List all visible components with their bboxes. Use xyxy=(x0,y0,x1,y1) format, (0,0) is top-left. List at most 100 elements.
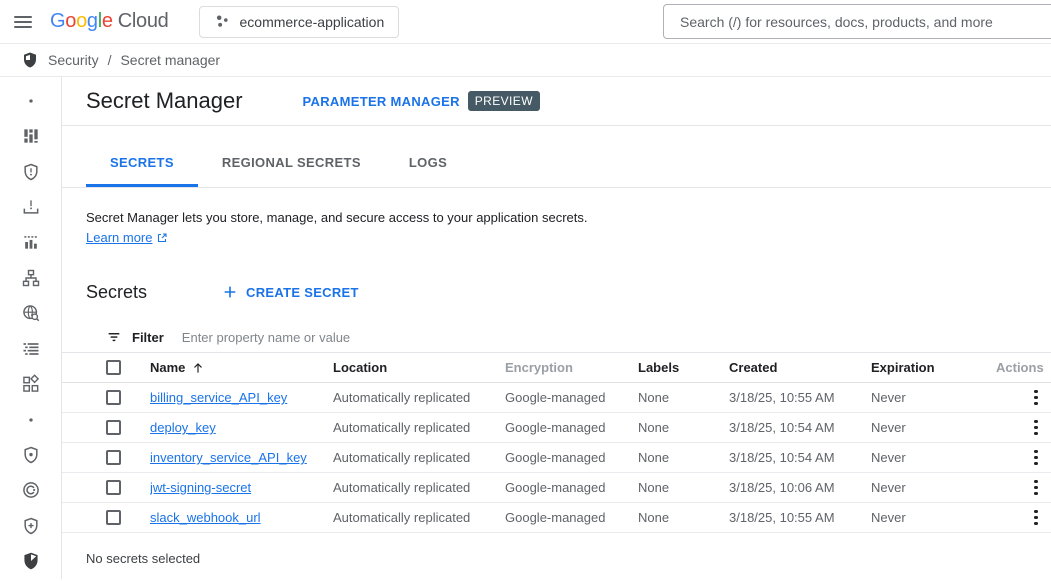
cell-encryption: Google-managed xyxy=(505,450,638,465)
nav-threats[interactable] xyxy=(7,154,55,189)
nav-secret-manager[interactable] xyxy=(7,543,55,578)
description-text: Secret Manager lets you store, manage, a… xyxy=(86,208,1051,228)
bar-chart-icon xyxy=(21,232,41,252)
nav-risk-overview[interactable] xyxy=(7,118,55,153)
logo-cloud-text: Cloud xyxy=(118,10,169,33)
global-search[interactable] xyxy=(663,4,1051,39)
cell-created: 3/18/25, 10:06 AM xyxy=(729,480,871,495)
cell-expiration: Never xyxy=(871,390,996,405)
nav-overview-dot[interactable] xyxy=(7,83,55,118)
row-checkbox[interactable] xyxy=(106,480,121,495)
row-actions-kebab-icon[interactable] xyxy=(1024,506,1048,530)
create-secret-button[interactable]: CREATE SECRET xyxy=(222,284,359,300)
tab-logs[interactable]: LOGS xyxy=(385,140,471,187)
row-checkbox[interactable] xyxy=(106,450,121,465)
cell-location: Automatically replicated xyxy=(333,480,505,495)
nav-posture[interactable] xyxy=(7,366,55,401)
cell-encryption: Google-managed xyxy=(505,510,638,525)
tray-alert-icon xyxy=(21,197,41,217)
plus-icon xyxy=(222,284,238,300)
cell-labels: None xyxy=(638,480,729,495)
nav-assets[interactable] xyxy=(7,260,55,295)
google-cloud-logo[interactable]: Google Cloud xyxy=(50,10,169,33)
filter-icon xyxy=(106,329,122,345)
parameter-manager-link[interactable]: PARAMETER MANAGER xyxy=(303,94,460,109)
select-all-checkbox[interactable] xyxy=(106,360,121,375)
dot-icon xyxy=(21,91,41,111)
tab-bar: SECRETS REGIONAL SECRETS LOGS xyxy=(62,140,1051,188)
nav-attack-paths[interactable] xyxy=(7,225,55,260)
cell-location: Automatically replicated xyxy=(333,390,505,405)
project-name: ecommerce-application xyxy=(240,14,385,30)
logo-letter: o xyxy=(65,10,76,33)
tab-secrets[interactable]: SECRETS xyxy=(86,140,198,187)
project-selector[interactable]: ecommerce-application xyxy=(199,6,400,38)
nav-vulnerabilities[interactable] xyxy=(7,189,55,224)
secret-name-link[interactable]: slack_webhook_url xyxy=(150,510,261,525)
cell-labels: None xyxy=(638,420,729,435)
row-actions-kebab-icon[interactable] xyxy=(1024,416,1048,440)
table-row: jwt-signing-secret Automatically replica… xyxy=(62,473,1051,503)
row-actions-kebab-icon[interactable] xyxy=(1024,386,1048,410)
table-row: billing_service_API_key Automatically re… xyxy=(62,383,1051,413)
cell-expiration: Never xyxy=(871,480,996,495)
preview-badge: PREVIEW xyxy=(468,91,540,111)
shield-half-icon xyxy=(21,551,41,571)
filter-bar[interactable]: Filter xyxy=(62,322,1051,353)
row-checkbox[interactable] xyxy=(106,510,121,525)
breadcrumb-separator: / xyxy=(108,52,112,68)
table-header-row: Name Location Encryption Labels Created … xyxy=(62,353,1051,383)
nav-sources[interactable] xyxy=(7,331,55,366)
column-header-encryption: Encryption xyxy=(505,360,638,375)
row-actions-kebab-icon[interactable] xyxy=(1024,476,1048,500)
nav-compliance[interactable] xyxy=(7,473,55,508)
compliance-circle-icon xyxy=(21,480,41,500)
column-header-expiration[interactable]: Expiration xyxy=(871,360,996,375)
learn-more-label: Learn more xyxy=(86,228,152,248)
learn-more-link[interactable]: Learn more xyxy=(86,228,168,248)
secrets-table: Filter Name Location Encryption Labels C… xyxy=(62,322,1051,533)
tab-regional-secrets[interactable]: REGIONAL SECRETS xyxy=(198,140,385,187)
row-checkbox[interactable] xyxy=(106,420,121,435)
column-header-location[interactable]: Location xyxy=(333,360,505,375)
secrets-heading: Secrets xyxy=(86,282,147,303)
column-header-name[interactable]: Name xyxy=(150,360,333,375)
secret-name-link[interactable]: billing_service_API_key xyxy=(150,390,287,405)
cell-labels: None xyxy=(638,450,729,465)
cell-location: Automatically replicated xyxy=(333,420,505,435)
column-header-actions: Actions xyxy=(996,360,1051,375)
cell-created: 3/18/25, 10:54 AM xyxy=(729,420,871,435)
selection-status: No secrets selected xyxy=(86,551,1051,566)
nav-section-dot[interactable] xyxy=(7,402,55,437)
project-icon xyxy=(214,13,231,30)
row-checkbox[interactable] xyxy=(106,390,121,405)
external-link-icon xyxy=(156,232,168,244)
security-shield-icon xyxy=(21,51,39,69)
secret-name-link[interactable]: deploy_key xyxy=(150,420,216,435)
cell-created: 3/18/25, 10:54 AM xyxy=(729,450,871,465)
nav-shield-plus[interactable] xyxy=(7,508,55,543)
row-actions-kebab-icon[interactable] xyxy=(1024,446,1048,470)
cell-location: Automatically replicated xyxy=(333,510,505,525)
cell-created: 3/18/25, 10:55 AM xyxy=(729,510,871,525)
page-title: Secret Manager xyxy=(86,88,243,114)
column-header-labels[interactable]: Labels xyxy=(638,360,729,375)
logo-letter: g xyxy=(87,10,98,33)
cell-created: 3/18/25, 10:55 AM xyxy=(729,390,871,405)
search-input[interactable] xyxy=(664,5,1051,38)
nav-findings[interactable] xyxy=(7,296,55,331)
column-header-created[interactable]: Created xyxy=(729,360,871,375)
secret-name-link[interactable]: jwt-signing-secret xyxy=(150,480,251,495)
sort-ascending-icon xyxy=(191,361,205,375)
cell-expiration: Never xyxy=(871,450,996,465)
globe-search-icon xyxy=(21,303,41,323)
filter-input[interactable] xyxy=(182,330,1051,345)
cell-encryption: Google-managed xyxy=(505,420,638,435)
menu-icon[interactable] xyxy=(14,12,34,32)
logo-letter: o xyxy=(76,10,87,33)
nav-shield-dot[interactable] xyxy=(7,437,55,472)
page-header: Secret Manager PARAMETER MANAGER PREVIEW xyxy=(62,77,1051,126)
breadcrumb-security[interactable]: Security xyxy=(48,52,99,68)
secret-name-link[interactable]: inventory_service_API_key xyxy=(150,450,307,465)
secrets-section-header: Secrets CREATE SECRET xyxy=(86,278,1051,306)
